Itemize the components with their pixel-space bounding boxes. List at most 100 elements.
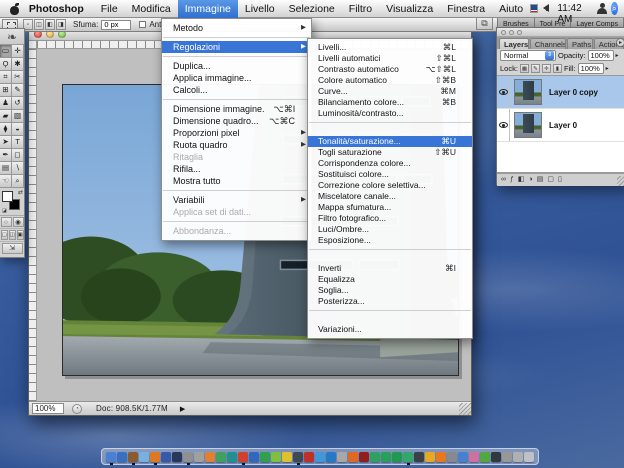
- dock-icon[interactable]: [271, 452, 281, 462]
- immagine-menu-item[interactable]: Applica set di dati... ▶: [162, 206, 311, 218]
- dock-icon[interactable]: [260, 452, 270, 462]
- status-popup-arrow-icon[interactable]: ▶: [180, 405, 185, 413]
- quick-mask-mode-button[interactable]: ◉: [13, 217, 24, 227]
- immagine-menu-item[interactable]: Dimensione immagine... ⌥⌘I ▶: [162, 103, 311, 115]
- dock-icon[interactable]: [403, 452, 413, 462]
- tool-button[interactable]: T: [12, 136, 24, 149]
- dock-icon[interactable]: [370, 452, 380, 462]
- app-menu-photoshop[interactable]: Photoshop: [22, 0, 94, 18]
- regolazioni-menu-item[interactable]: Filtro fotografico... ▶: [308, 213, 472, 224]
- regolazioni-menu-item[interactable]: Posterizza... ▶: [308, 296, 472, 307]
- dock-icon[interactable]: [381, 452, 391, 462]
- layer-visibility-toggle[interactable]: [497, 76, 510, 108]
- dock-icon[interactable]: [238, 452, 248, 462]
- standard-mode-button[interactable]: ○: [1, 217, 12, 227]
- dock-icon[interactable]: [227, 452, 237, 462]
- regolazioni-menu-item[interactable]: Corrispondenza colore... ▶: [308, 158, 472, 169]
- dock-icon[interactable]: [480, 452, 490, 462]
- dock-icon[interactable]: [172, 452, 182, 462]
- regolazioni-menu-item[interactable]: Tonalità/saturazione... ⌘U ▶: [308, 136, 472, 147]
- status-proxy-icon[interactable]: ◔: [72, 404, 82, 414]
- dock-icon[interactable]: [139, 452, 149, 462]
- palette-tab[interactable]: Layers: [499, 38, 529, 49]
- immagine-menu-item[interactable]: Duplica... ▶: [162, 60, 311, 72]
- dock-icon[interactable]: [513, 452, 523, 462]
- immagine-menu-item[interactable]: Dimensione quadro... ⌥⌘C ▶: [162, 115, 311, 127]
- tool-button[interactable]: ◻: [12, 149, 24, 162]
- dock-icon[interactable]: [293, 452, 303, 462]
- regolazioni-menu-item[interactable]: Bilanciamento colore... ⌘B ▶: [308, 97, 472, 108]
- zoom-level-field[interactable]: 100%: [32, 403, 64, 414]
- immagine-menu-item[interactable]: Abbondanza... ▶: [162, 225, 311, 237]
- apple-menu-icon[interactable]: [8, 3, 16, 15]
- opacity-arrow-icon[interactable]: ▸: [616, 52, 619, 59]
- regolazioni-menu-item[interactable]: Contrasto automatico ⌥⇧⌘L ▶: [308, 64, 472, 75]
- immagine-menu-item[interactable]: ▶: [163, 221, 310, 222]
- palette-resize-grip[interactable]: [617, 176, 624, 186]
- dock-icon[interactable]: [392, 452, 402, 462]
- dock-icon[interactable]: [359, 452, 369, 462]
- regolazioni-menu-item[interactable]: ▶: [309, 122, 471, 133]
- layer-row[interactable]: Layer 0: [497, 109, 624, 142]
- dock-icon[interactable]: [282, 452, 292, 462]
- menu-bar-item[interactable]: Livello: [238, 0, 282, 18]
- selection-mode-button[interactable]: ◧: [45, 19, 55, 30]
- lock-button[interactable]: ▦: [520, 64, 529, 73]
- palette-bottom-icon[interactable]: ∞: [501, 174, 506, 186]
- immagine-menu-item[interactable]: ▶: [163, 190, 310, 191]
- palette-bottom-icon[interactable]: ▤: [537, 174, 544, 186]
- palette-title-bar[interactable]: [497, 28, 624, 37]
- regolazioni-menu-item[interactable]: Variazioni... ▶: [308, 324, 472, 335]
- menu-bar-item[interactable]: File: [94, 0, 125, 18]
- dock-icon[interactable]: [128, 452, 138, 462]
- input-language-flag-icon[interactable]: [530, 4, 538, 13]
- tool-button[interactable]: ▤: [0, 162, 12, 175]
- foreground-color-swatch[interactable]: [2, 191, 13, 202]
- palette-close-button[interactable]: [501, 30, 506, 35]
- regolazioni-menu-item[interactable]: Luci/Ombre... ▶: [308, 224, 472, 235]
- menu-bar-item[interactable]: Aiuto: [492, 0, 530, 18]
- dock-icon[interactable]: [183, 452, 193, 462]
- tool-button[interactable]: ⌕: [12, 175, 24, 188]
- tool-button[interactable]: ⌗: [0, 71, 12, 84]
- tool-button[interactable]: ✒: [0, 149, 12, 162]
- regolazioni-menu-item[interactable]: Esposizione... ▶: [308, 235, 472, 246]
- tool-button[interactable]: ✎: [12, 84, 24, 97]
- edit-in-imageready-icon[interactable]: ⧉: [476, 16, 493, 30]
- layer-visibility-toggle[interactable]: [497, 109, 510, 141]
- dock-icon[interactable]: [491, 452, 501, 462]
- regolazioni-menu-item[interactable]: Livelli automatici ⇧⌘L ▶: [308, 53, 472, 64]
- dock-icon[interactable]: [447, 452, 457, 462]
- tool-button[interactable]: ✱: [12, 58, 24, 71]
- dock-icon[interactable]: [304, 452, 314, 462]
- regolazioni-menu-item[interactable]: Livelli... ⌘L ▶: [308, 42, 472, 53]
- tool-button[interactable]: ▰: [0, 110, 12, 123]
- regolazioni-menu-item[interactable]: Curve... ⌘M ▶: [308, 86, 472, 97]
- window-resize-grip[interactable]: [459, 403, 471, 415]
- dock-icon[interactable]: [524, 452, 534, 462]
- immagine-menu-item[interactable]: Applica immagine... ▶: [162, 72, 311, 84]
- menu-bar-item[interactable]: Filtro: [342, 0, 379, 18]
- palette-menu-icon[interactable]: ▸: [616, 38, 624, 47]
- dock-icon[interactable]: [469, 452, 479, 462]
- menu-bar-item[interactable]: Visualizza: [379, 0, 440, 18]
- regolazioni-menu-item[interactable]: Soglia... ▶: [308, 285, 472, 296]
- user-icon[interactable]: [597, 3, 603, 14]
- tool-button[interactable]: ♟: [0, 97, 12, 110]
- immagine-menu-item[interactable]: Regolazioni ▶: [162, 41, 311, 53]
- palette-bottom-icon[interactable]: ▯: [558, 174, 562, 186]
- jump-to-imageready-button[interactable]: ⇲: [2, 243, 23, 254]
- tool-button[interactable]: ▭: [0, 45, 12, 58]
- palette-tab[interactable]: Paths: [567, 38, 593, 49]
- regolazioni-menu-item[interactable]: Luminosità/contrasto... ▶: [308, 108, 472, 119]
- regolazioni-menu-item[interactable]: Togli saturazione ⇧⌘U ▶: [308, 147, 472, 158]
- regolazioni-menu-item[interactable]: Miscelatore canale... ▶: [308, 191, 472, 202]
- palette-zoom-button[interactable]: [517, 30, 522, 35]
- selection-mode-button[interactable]: ◨: [56, 19, 66, 30]
- dock-icon[interactable]: [216, 452, 226, 462]
- dock-icon[interactable]: [348, 452, 358, 462]
- dock-icon[interactable]: [458, 452, 468, 462]
- immagine-menu-item[interactable]: Proporzioni pixel ▶: [162, 127, 311, 139]
- fill-arrow-icon[interactable]: ▸: [606, 65, 609, 72]
- regolazioni-menu-item[interactable]: Sostituisci colore... ▶: [308, 169, 472, 180]
